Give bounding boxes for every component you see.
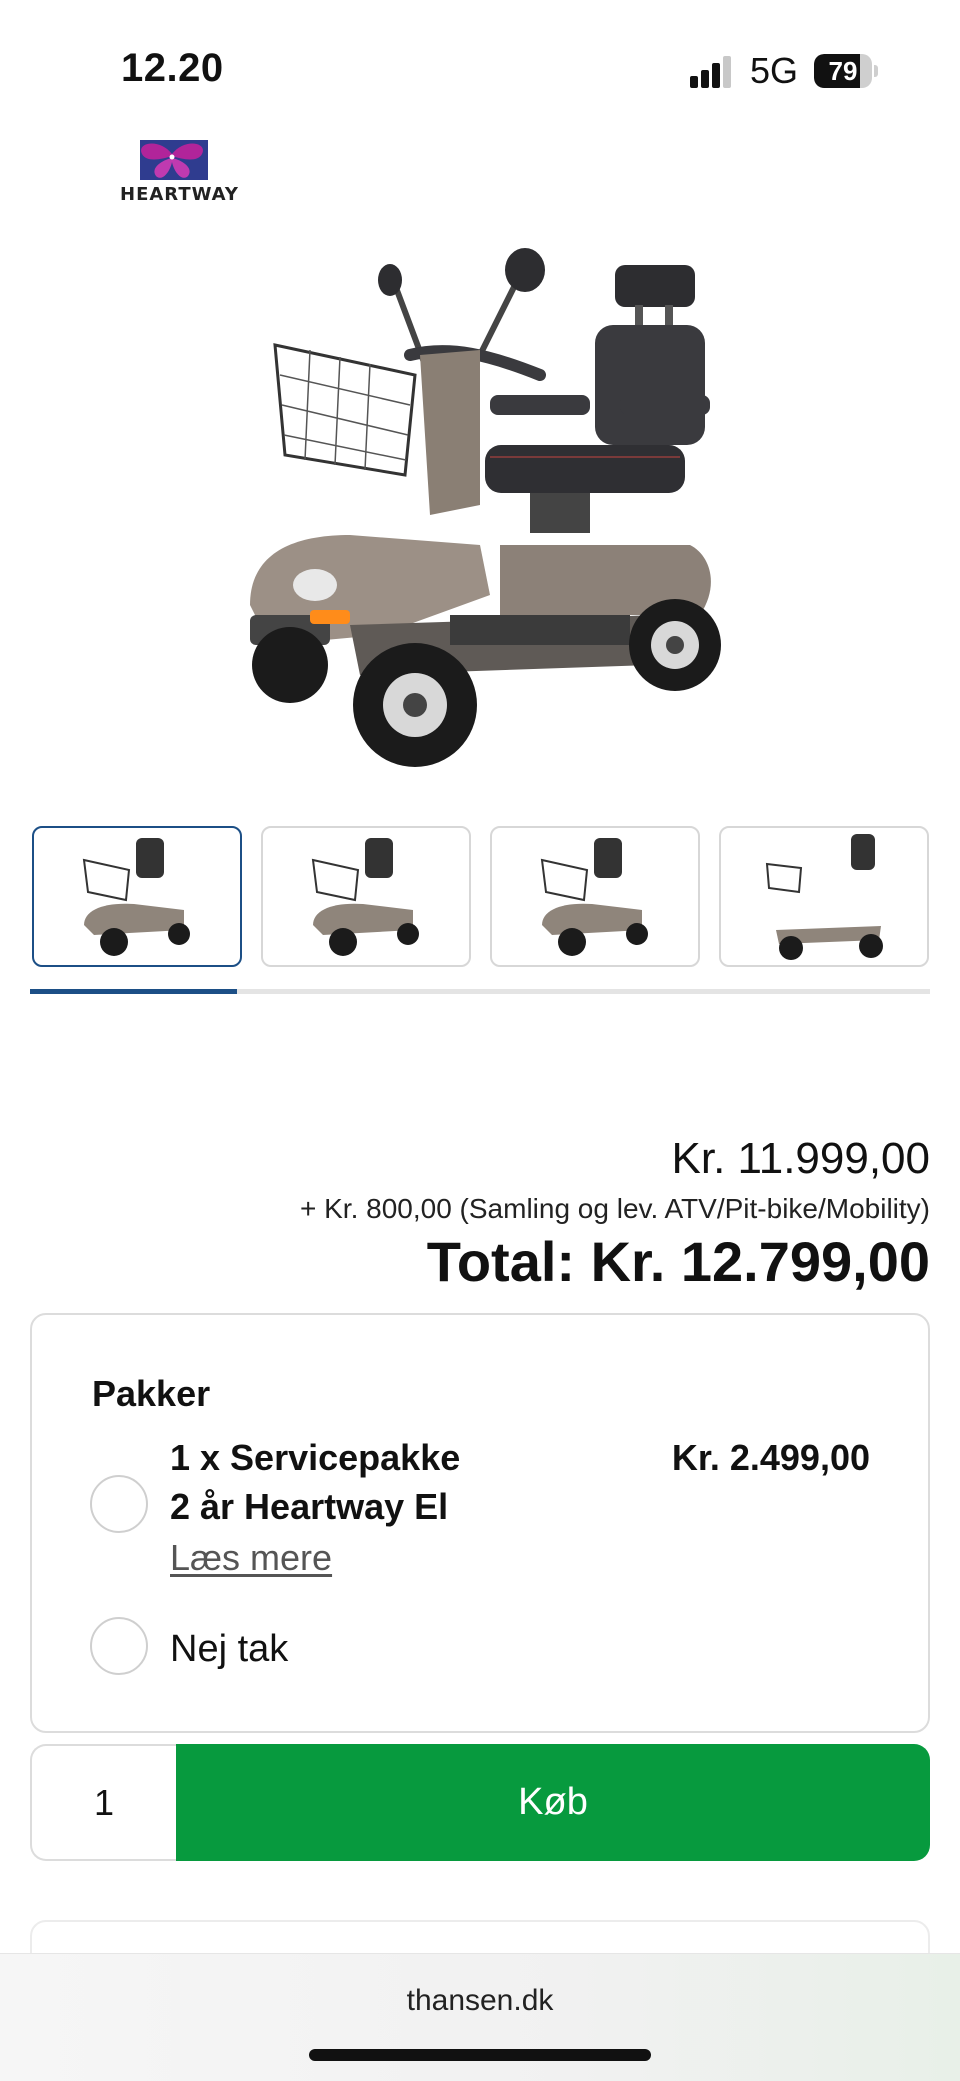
service-package-name[interactable]: 1 x Servicepakke 2 år Heartway El (170, 1433, 500, 1531)
scooter-thumbnail-image (765, 834, 883, 960)
thumbnail-3[interactable] (490, 826, 700, 967)
heartway-butterfly-logo-icon (140, 140, 208, 180)
read-more-link[interactable]: Læs mere (170, 1533, 332, 1582)
product-price: Kr. 11.999,00 (671, 1134, 931, 1183)
mobility-scooter-image[interactable] (230, 245, 730, 795)
no-thanks-radio[interactable] (90, 1617, 148, 1675)
scooter-thumbnail-image (540, 838, 648, 956)
url-text[interactable]: thansen.dk (0, 1984, 960, 2018)
cellular-signal-icon (690, 56, 731, 88)
brand-logo[interactable]: HEARTWAY (120, 140, 239, 212)
scooter-thumbnail-image (311, 838, 419, 956)
buy-button[interactable]: Køb (176, 1744, 930, 1861)
service-package-name-line1: 1 x Servicepakke (170, 1437, 461, 1478)
thumbnail-2[interactable] (261, 826, 471, 967)
no-thanks-label[interactable]: Nej tak (170, 1623, 288, 1675)
packages-title: Pakker (92, 1373, 211, 1414)
service-package-name-line2: 2 år Heartway El (170, 1486, 449, 1527)
assembly-delivery-fee: + Kr. 800,00 (Samling og lev. ATV/Pit-bi… (299, 1193, 930, 1224)
thumbnail-4[interactable] (719, 826, 929, 967)
battery-icon: 79 (814, 54, 878, 88)
packages-card: Pakker 1 x Servicepakke 2 år Heartway El… (30, 1313, 930, 1733)
scooter-thumbnail-image (82, 838, 190, 956)
carousel-progress (30, 989, 237, 994)
battery-percentage: 79 (828, 56, 858, 86)
quantity-input[interactable]: 1 (30, 1744, 176, 1861)
network-type: 5G (750, 50, 799, 91)
brand-name: HEARTWAY (120, 184, 239, 205)
service-package-radio[interactable] (90, 1475, 148, 1533)
total-price: Total: Kr. 12.799,00 (426, 1230, 930, 1293)
status-time: 12.20 (121, 46, 224, 90)
carousel-scrollbar[interactable] (30, 989, 930, 994)
home-indicator (309, 2049, 651, 2061)
service-package-price: Kr. 2.499,00 (671, 1437, 870, 1478)
thumbnail-1[interactable] (32, 826, 242, 967)
